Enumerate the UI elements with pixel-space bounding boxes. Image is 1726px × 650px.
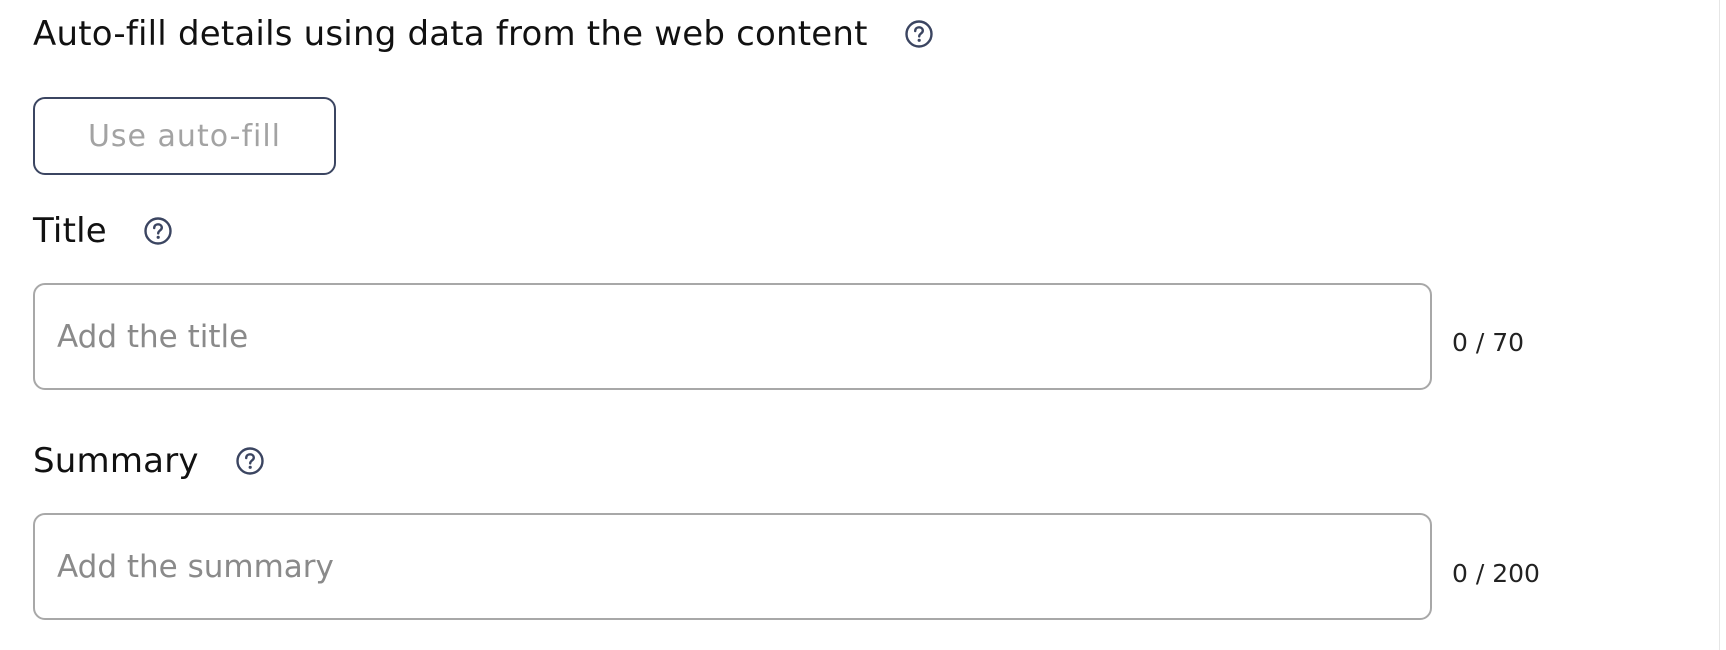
title-field-heading: Title xyxy=(33,211,173,251)
title-input[interactable] xyxy=(33,283,1432,390)
summary-char-counter: 0 / 200 xyxy=(1452,559,1540,588)
summary-label: Summary xyxy=(33,441,199,481)
use-autofill-button[interactable]: Use auto-fill xyxy=(33,97,336,175)
question-circle-icon[interactable] xyxy=(143,216,173,246)
question-circle-icon[interactable] xyxy=(235,446,265,476)
summary-field-heading: Summary xyxy=(33,441,265,481)
title-char-counter: 0 / 70 xyxy=(1452,328,1525,357)
autofill-heading-label: Auto-fill details using data from the we… xyxy=(33,14,868,54)
panel-divider xyxy=(1719,0,1720,650)
title-label: Title xyxy=(33,211,107,251)
autofill-section-heading: Auto-fill details using data from the we… xyxy=(33,14,934,54)
question-circle-icon[interactable] xyxy=(904,19,934,49)
summary-input[interactable] xyxy=(33,513,1432,620)
